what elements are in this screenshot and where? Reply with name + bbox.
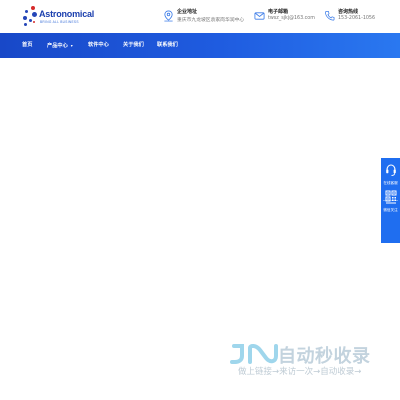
nav-item-label: 首页 [22,42,33,48]
wechat-follow-label: 微信关注 [383,208,398,212]
nav-item-home[interactable]: 首页 [22,33,32,58]
contact-address-value: 重庆市九龙坡区袁家岗华润中心 [177,18,245,23]
nav-item-products[interactable]: 产品中心 ▾ [47,33,73,58]
nav-item-about[interactable]: 关于我们 [123,33,144,58]
site-logo[interactable]: Astronomical BRING ALL BUSINESS [22,6,94,28]
jn-logo-mark [230,343,278,364]
qr-code-icon [385,190,396,204]
headset-icon [385,164,396,176]
floating-side-panel: 在线客服 微信关注 [381,158,400,243]
logo-subtext: BRING ALL BUSINESS [40,20,79,24]
mail-icon [254,12,265,20]
online-service-button[interactable]: 在线客服 [381,162,400,186]
contact-phone-title: 咨询热线 [338,9,359,15]
online-service-label: 在线客服 [383,181,398,185]
watermark-subtitle: 做上链接→来访一次→自动收录→ [238,367,362,377]
watermark: 自动秒收录 做上链接→来访一次→自动收录→ [228,340,388,380]
nav-item-label: 关于我们 [123,42,144,48]
location-pin-icon [164,10,173,22]
nav-item-software[interactable]: 软件中心 [88,33,109,58]
nav-item-contact[interactable]: 联系我们 [157,33,178,58]
contact-email-value[interactable]: twsz_sjkj@163.com [268,16,315,21]
nav-item-label: 软件中心 [88,42,109,48]
contact-phone-value[interactable]: 153-2061-1056 [338,16,375,21]
wechat-follow-button[interactable]: 微信关注 [381,189,400,213]
contact-phone: 咨询热线 153-2061-1056 [324,8,384,26]
phone-icon [325,11,335,21]
contact-email-title: 电子邮箱 [268,9,289,15]
contact-address-title: 企业地址 [177,9,198,15]
main-nav: 首页 产品中心 ▾ 软件中心 关于我们 联系我们 [0,33,400,58]
nav-item-label: 联系我们 [157,42,178,48]
contact-email: 电子邮箱 twsz_sjkj@163.com [254,8,316,26]
logo-text: Astronomical [39,9,95,19]
chevron-down-icon: ▾ [70,43,73,48]
contact-address: 企业地址 重庆市九龙坡区袁家岗华润中心 [163,8,245,26]
nav-item-label: 产品中心 [47,43,68,49]
top-header: Astronomical BRING ALL BUSINESS 企业地址 重庆市… [0,0,400,33]
